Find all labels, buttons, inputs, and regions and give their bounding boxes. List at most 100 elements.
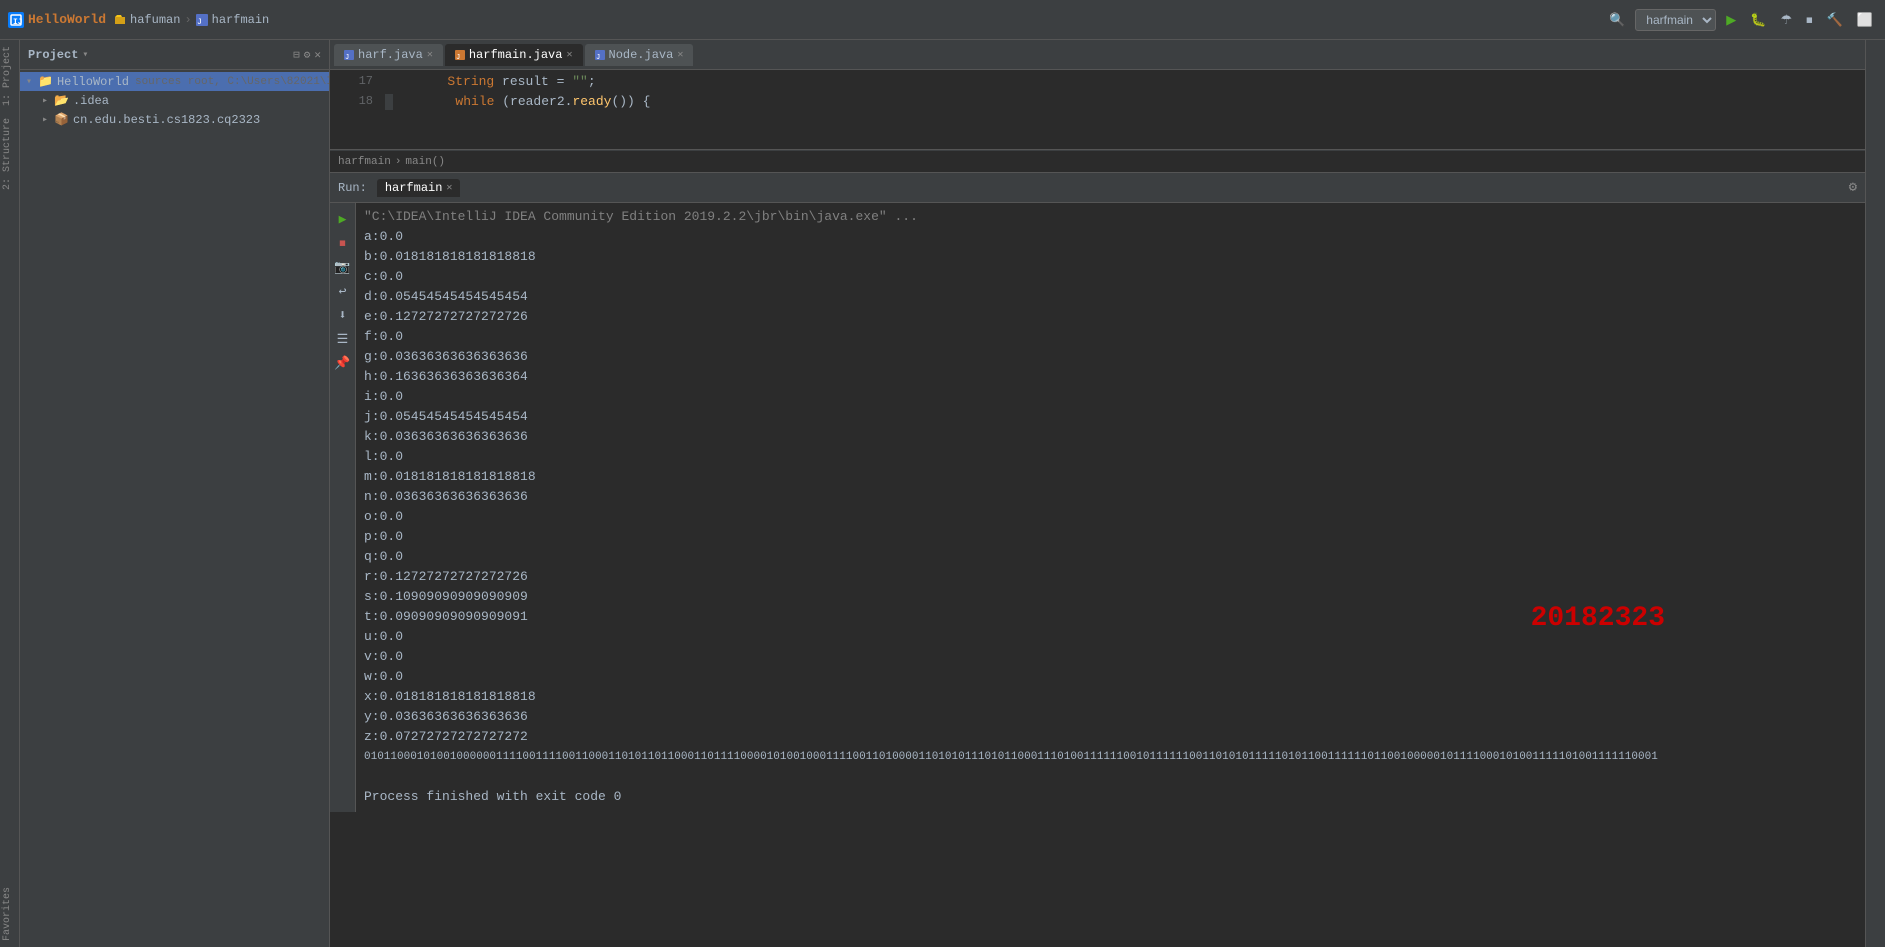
tab-node-java[interactable]: J Node.java ✕ <box>585 44 694 66</box>
output-y: y:0.03636363636363636 <box>364 707 1857 727</box>
output-x: x:0.018181818181818818 <box>364 687 1857 707</box>
breakpoint-area <box>385 94 393 110</box>
project-header: Project ▾ ⊟ ⚙ ✕ <box>20 40 329 70</box>
editor-line-18: 18 while (reader2.ready()) { <box>330 94 1865 114</box>
output-r: r:0.12727272727272726 <box>364 567 1857 587</box>
run-panel: Run: harfmain ✕ ⚙ ▶ ⏹ 📷 ↩ ⬇ ☰ <box>330 172 1865 812</box>
breadcrumb-harfmain: harfmain <box>212 13 270 27</box>
close-project-panel-btn[interactable]: ✕ <box>314 48 321 62</box>
coverage-btn[interactable]: ☂ <box>1776 10 1796 30</box>
output-c: c:0.0 <box>364 267 1857 287</box>
run-snapshot-btn[interactable]: 📷 <box>333 257 353 277</box>
output-b: b:0.018181818181818818 <box>364 247 1857 267</box>
svg-text:IJ: IJ <box>13 18 23 27</box>
tree-root-name: HelloWorld <box>57 75 129 89</box>
project-settings-btn[interactable]: ⚙ <box>304 48 311 62</box>
app-wrapper: IJ HelloWorld hafuman › J harfmain 🔍 har… <box>0 0 1885 947</box>
collapse-all-btn[interactable]: ⊟ <box>293 48 300 62</box>
run-tab-label: harfmain <box>385 181 443 195</box>
output-j: j:0.05454545454545454 <box>364 407 1857 427</box>
top-right-controls: 🔍 harfmain ▶ 🐛 ☂ ⏹ 🔨 ⬜ <box>1605 9 1877 31</box>
right-strip <box>1865 40 1885 947</box>
project-title: HelloWorld <box>28 12 106 27</box>
output-w: w:0.0 <box>364 667 1857 687</box>
run-tab-close[interactable]: ✕ <box>446 182 452 194</box>
favorites-label[interactable]: Favorites <box>0 881 19 947</box>
project-panel-label[interactable]: 1: Project <box>0 40 19 112</box>
run-rerun-btn[interactable]: ↩ <box>333 281 353 301</box>
svg-text:J: J <box>345 54 349 60</box>
project-panel: Project ▾ ⊟ ⚙ ✕ ▾ 📁 HelloWorld sources r… <box>20 40 330 947</box>
tree-root-item[interactable]: ▾ 📁 HelloWorld sources root, C:\Users\82… <box>20 72 329 91</box>
tab-harfmain-label: harfmain.java <box>469 48 563 62</box>
editor-content[interactable]: 17 String result = ""; 18 while (reader2… <box>330 70 1865 150</box>
run-left-icons: ▶ ⏹ 📷 ↩ ⬇ ☰ 📌 <box>330 203 356 812</box>
tab-harfmain-close[interactable]: ✕ <box>566 49 572 61</box>
tree-arrow-package: ▸ <box>42 114 54 126</box>
stop-btn[interactable]: ⏹ <box>1802 10 1817 30</box>
project-dropdown-arrow[interactable]: ▾ <box>82 49 88 61</box>
tree-package-item[interactable]: ▸ 📦 cn.edu.besti.cs1823.cq2323 <box>20 110 329 129</box>
breadcrumb-sep1: › <box>184 13 191 27</box>
output-a: a:0.0 <box>364 227 1857 247</box>
output-cmd-line: "C:\IDEA\IntelliJ IDEA Community Edition… <box>364 207 1857 227</box>
tree-arrow-idea: ▸ <box>42 95 54 107</box>
run-settings-icon[interactable]: ⚙ <box>1849 179 1857 196</box>
build-btn[interactable]: 🔨 <box>1823 10 1847 30</box>
left-strip: 1: Project 2: Structure Favorites <box>0 40 20 947</box>
project-tree: ▾ 📁 HelloWorld sources root, C:\Users\82… <box>20 70 329 947</box>
run-label: Run: <box>338 181 367 195</box>
line-num-18: 18 <box>338 94 373 108</box>
run-tab-harfmain[interactable]: harfmain ✕ <box>377 179 461 197</box>
output-h: h:0.16363636363636364 <box>364 367 1857 387</box>
node-java-icon: J <box>595 50 605 60</box>
output-f: f:0.0 <box>364 327 1857 347</box>
run-play-btn[interactable]: ▶ <box>333 209 353 229</box>
run-scroll-end-btn[interactable]: ⬇ <box>333 305 353 325</box>
output-process: Process finished with exit code 0 <box>364 787 1857 807</box>
output-p: p:0.0 <box>364 527 1857 547</box>
search-everywhere-btn[interactable]: 🔍 <box>1605 10 1629 30</box>
output-o: o:0.0 <box>364 507 1857 527</box>
run-pin-btn[interactable]: 📌 <box>333 353 353 373</box>
tree-idea-name: .idea <box>73 94 109 108</box>
tab-node-close[interactable]: ✕ <box>677 49 683 61</box>
editor-tabs: J harf.java ✕ J harfmain.java ✕ J Node.j… <box>330 40 1865 70</box>
package-icon: 📦 <box>54 112 69 127</box>
project-folder-icon: 📁 <box>38 74 53 89</box>
output-z: z:0.07272727272727272 <box>364 727 1857 747</box>
run-settings2-btn[interactable]: ☰ <box>333 329 353 349</box>
svg-text:J: J <box>197 18 202 26</box>
output-n: n:0.03636363636363636 <box>364 487 1857 507</box>
output-d: d:0.05454545454545454 <box>364 287 1857 307</box>
tab-harf-java[interactable]: J harf.java ✕ <box>334 44 443 66</box>
output-binary: 0101100010100100000011110011110011000110… <box>364 747 1857 767</box>
tab-harfmain-java[interactable]: J harfmain.java ✕ <box>445 44 583 66</box>
line-code-18: while (reader2.ready()) { <box>393 94 650 109</box>
run-btn[interactable]: ▶ <box>1722 10 1740 30</box>
run-stop-btn[interactable]: ⏹ <box>333 233 353 253</box>
tree-arrow-root: ▾ <box>26 76 38 88</box>
project-panel-title: Project <box>28 48 78 62</box>
output-v: v:0.0 <box>364 647 1857 667</box>
harfmain-java-icon: J <box>455 50 465 60</box>
run-config-dropdown[interactable]: harfmain <box>1635 9 1716 31</box>
breadcrumb-method: main() <box>405 156 445 168</box>
tree-idea-item[interactable]: ▸ 📂 .idea <box>20 91 329 110</box>
run-toolbar: Run: harfmain ✕ ⚙ <box>330 173 1865 203</box>
breadcrumb-file: harfmain <box>338 156 391 168</box>
output-empty <box>364 767 1857 787</box>
svg-text:J: J <box>456 54 460 60</box>
tab-harf-close[interactable]: ✕ <box>427 49 433 61</box>
svg-text:J: J <box>596 54 600 60</box>
run-output[interactable]: "C:\IDEA\IntelliJ IDEA Community Edition… <box>356 203 1865 812</box>
intellij-icon: IJ <box>8 12 24 28</box>
terminal-btn[interactable]: ⬜ <box>1853 10 1877 30</box>
structure-panel-label[interactable]: 2: Structure <box>0 112 19 196</box>
tree-root-hint: sources root, C:\Users\82021\IdeaProject… <box>135 76 329 88</box>
breadcrumb-sep: › <box>395 156 402 168</box>
harf-java-icon: J <box>344 50 354 60</box>
output-e: e:0.12727272727272726 <box>364 307 1857 327</box>
top-bar: IJ HelloWorld hafuman › J harfmain 🔍 har… <box>0 0 1885 40</box>
debug-btn[interactable]: 🐛 <box>1746 10 1770 30</box>
